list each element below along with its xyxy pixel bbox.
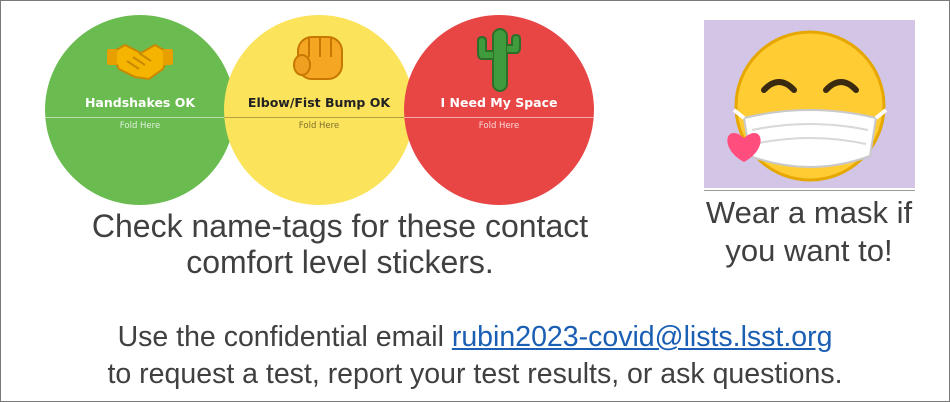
fold-line — [404, 117, 594, 118]
handshake-icon — [107, 43, 173, 81]
stickers-caption: Check name-tags for these contact comfor… — [40, 208, 640, 280]
sticker-need-space: I Need My Space Fold Here — [404, 15, 594, 205]
contact-prefix: Use the confidential email — [117, 321, 444, 353]
divider — [704, 190, 915, 191]
caption-line: comfort level stickers. — [186, 244, 494, 280]
sticker-fist-bump: Elbow/Fist Bump OK Fold Here — [224, 15, 414, 205]
sticker-label: I Need My Space — [440, 95, 558, 110]
mask-emoji-icon — [727, 30, 888, 182]
caption-line: Check name-tags for these contact — [91, 208, 589, 244]
sticker-handshakes: Handshakes OK Fold Here — [45, 15, 235, 205]
fold-text: Fold Here — [119, 121, 161, 131]
mask-caption: Wear a mask if you want to! — [681, 194, 937, 270]
email-link[interactable]: rubin2023-covid@lists.lsst.org — [452, 321, 833, 353]
fold-text: Fold Here — [478, 121, 520, 131]
fold-text: Fold Here — [298, 121, 340, 131]
mask-image — [704, 20, 915, 188]
fold-line — [224, 117, 414, 118]
cactus-icon — [477, 28, 521, 92]
fist-bump-icon — [293, 36, 343, 80]
contact-line-1: Use the confidential email rubin2023-cov… — [0, 319, 950, 356]
fold-line — [45, 117, 235, 118]
contact-line-2: to request a test, report your test resu… — [107, 358, 843, 390]
sticker-label: Elbow/Fist Bump OK — [247, 95, 391, 110]
sticker-label: Handshakes OK — [84, 95, 196, 110]
caption-line: you want to! — [725, 233, 893, 268]
caption-line: Wear a mask if — [705, 195, 913, 230]
contact-info: Use the confidential email rubin2023-cov… — [0, 319, 950, 393]
